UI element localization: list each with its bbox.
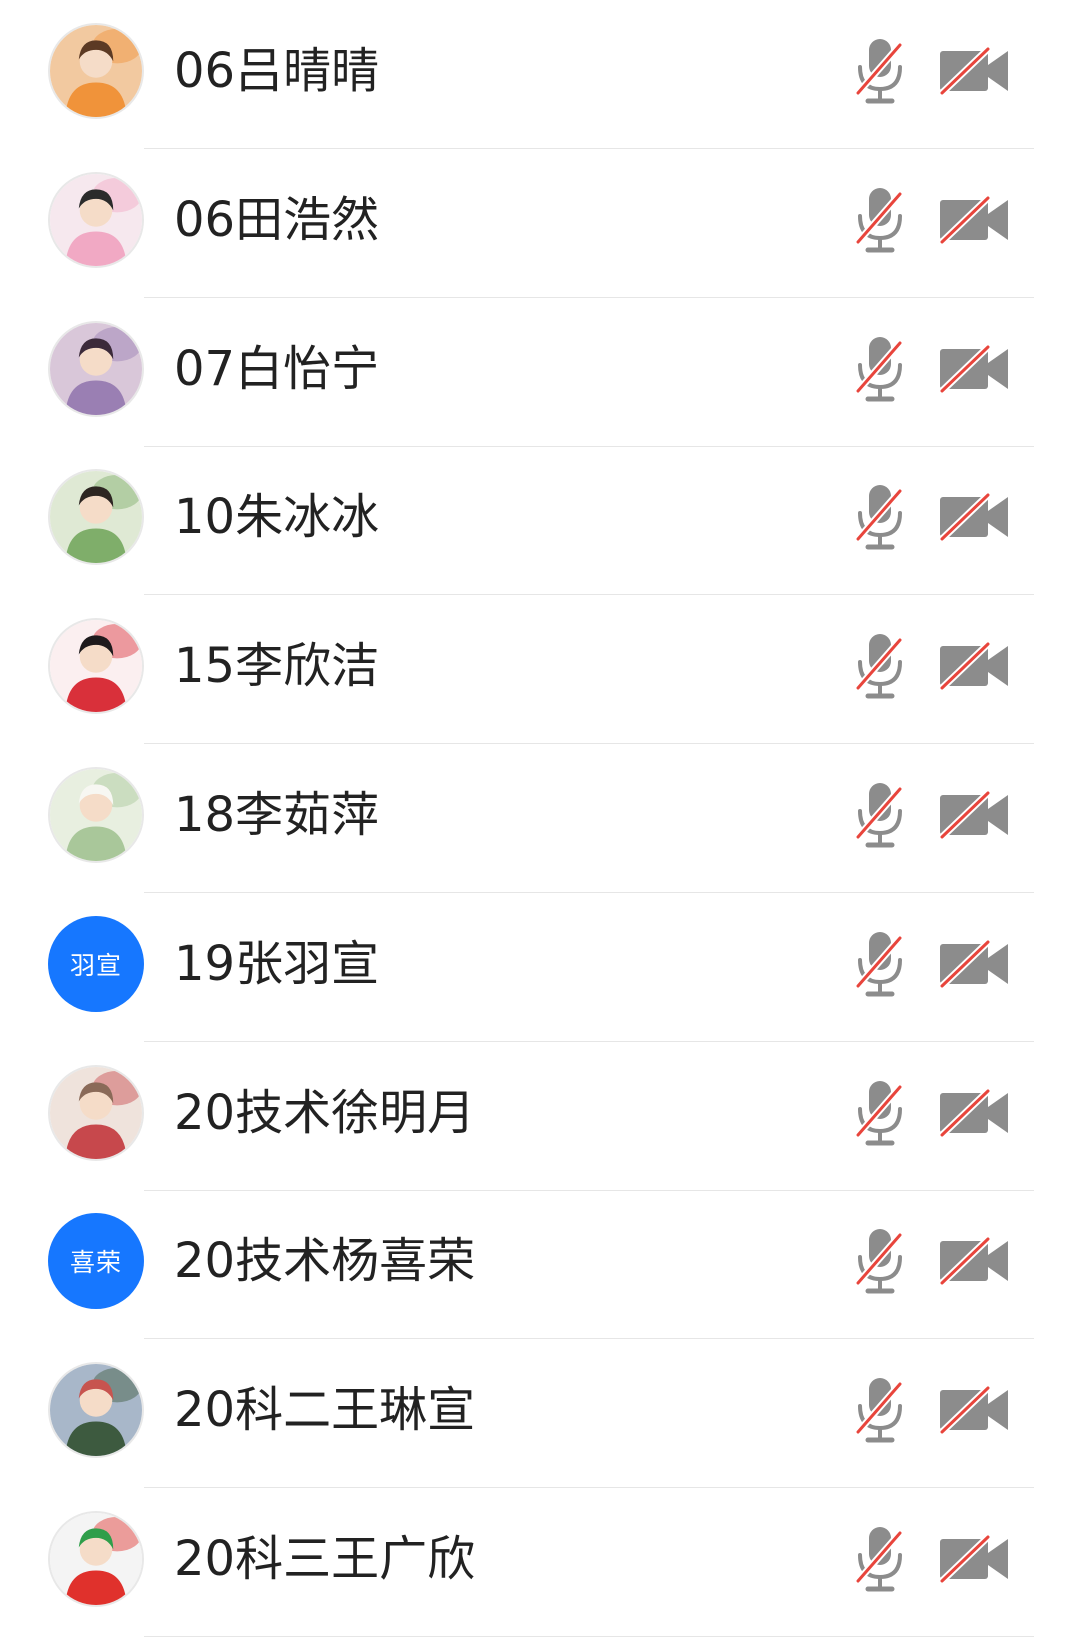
- avatar: [48, 320, 144, 417]
- participant-row[interactable]: 20科二王琳宣: [0, 1332, 1080, 1489]
- participant-row[interactable]: 10朱冰冰: [0, 439, 1080, 596]
- participant-row[interactable]: 06田浩然: [0, 142, 1080, 298]
- participant-row[interactable]: 07白怡宁: [0, 291, 1080, 447]
- avatar: 羽宣: [48, 915, 144, 1012]
- participant-row[interactable]: 喜荣 20技术杨喜荣: [0, 1183, 1080, 1340]
- participant-list: 06吕晴晴 06田浩然 07白怡宁 10朱冰冰 15李欣洁 18李茹萍羽宣 19张羽宣 20技…: [0, 0, 1080, 1645]
- participant-row[interactable]: 20技术徐明月: [0, 1035, 1080, 1191]
- participant-name: 18李茹萍: [174, 787, 380, 843]
- camera-off-icon[interactable]: [938, 638, 1012, 694]
- microphone-muted-icon[interactable]: [852, 928, 908, 1000]
- microphone-muted-icon[interactable]: [852, 1225, 908, 1297]
- participant-row[interactable]: 06吕晴晴: [0, 0, 1080, 149]
- participant-name: 07白怡宁: [174, 340, 380, 397]
- camera-off-icon[interactable]: [938, 1085, 1012, 1141]
- avatar: [48, 1511, 144, 1607]
- avatar: [48, 1362, 144, 1459]
- participant-row[interactable]: 15李欣洁: [0, 588, 1080, 745]
- participant-name: 06田浩然: [174, 191, 380, 248]
- avatar: [48, 618, 144, 715]
- avatar: [48, 767, 144, 863]
- participant-row[interactable]: 20科三王广欣: [0, 1481, 1080, 1637]
- microphone-muted-icon[interactable]: [852, 35, 908, 107]
- microphone-muted-icon[interactable]: [852, 1374, 908, 1446]
- camera-off-icon[interactable]: [938, 489, 1012, 545]
- avatar: [48, 171, 144, 268]
- camera-off-icon[interactable]: [938, 192, 1012, 248]
- row-divider: [144, 1636, 1034, 1637]
- microphone-muted-icon[interactable]: [852, 184, 908, 256]
- camera-off-icon[interactable]: [938, 936, 1012, 992]
- participant-name: 20科二王琳宣: [174, 1382, 476, 1439]
- microphone-muted-icon[interactable]: [852, 630, 908, 702]
- participant-name: 20科三王广欣: [174, 1531, 476, 1587]
- camera-off-icon[interactable]: [938, 1382, 1012, 1438]
- participant-name: 19张羽宣: [174, 935, 380, 992]
- avatar: [48, 23, 144, 119]
- camera-off-icon[interactable]: [938, 341, 1012, 397]
- participant-row[interactable]: 羽宣 19张羽宣: [0, 886, 1080, 1042]
- participant-row[interactable]: 18李茹萍: [0, 737, 1080, 893]
- microphone-muted-icon[interactable]: [852, 779, 908, 851]
- participant-name: 10朱冰冰: [174, 489, 380, 546]
- participant-name: 15李欣洁: [174, 638, 380, 695]
- avatar: [48, 469, 144, 566]
- camera-off-icon[interactable]: [938, 787, 1012, 843]
- camera-off-icon[interactable]: [938, 43, 1012, 99]
- avatar: 喜荣: [48, 1213, 144, 1310]
- microphone-muted-icon[interactable]: [852, 333, 908, 405]
- camera-off-icon[interactable]: [938, 1233, 1012, 1289]
- participant-name: 20技术徐明月: [174, 1084, 476, 1141]
- microphone-muted-icon[interactable]: [852, 481, 908, 553]
- participant-name: 06吕晴晴: [174, 43, 380, 99]
- microphone-muted-icon[interactable]: [852, 1077, 908, 1149]
- camera-off-icon[interactable]: [938, 1531, 1012, 1587]
- participant-name: 20技术杨喜荣: [174, 1233, 476, 1290]
- microphone-muted-icon[interactable]: [852, 1523, 908, 1595]
- avatar: [48, 1064, 144, 1161]
